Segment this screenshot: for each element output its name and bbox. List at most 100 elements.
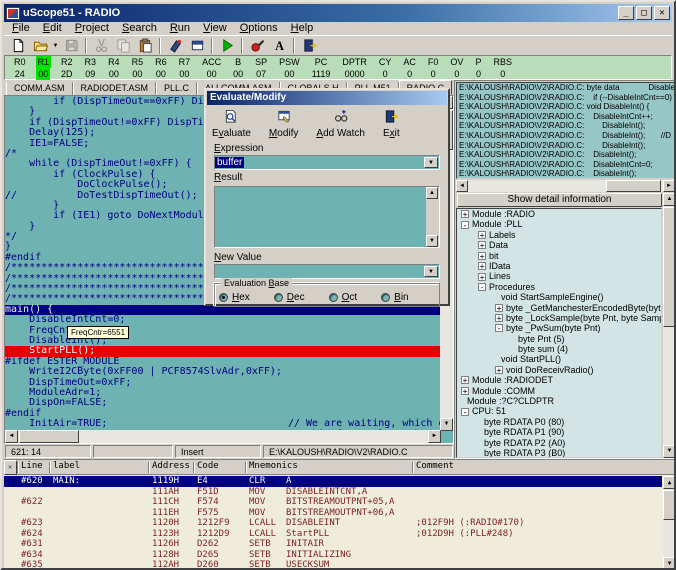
search-result-row[interactable]: E:\KALOUSH\RADIO\V2\RADIO.C: DisableInt(… <box>457 121 674 131</box>
tree-node[interactable]: byte RDATA P3 (B0) <box>457 448 661 458</box>
tree-node[interactable]: -byte _PwSum(byte Pnt) <box>457 323 661 333</box>
search-result-row[interactable]: E:\KALOUSH\RADIO\V2\RADIO.C: byte data D… <box>457 83 674 93</box>
open-dropdown-icon[interactable]: ▼ <box>51 37 60 55</box>
open-file-icon[interactable] <box>29 37 51 55</box>
register-r5[interactable]: R500 <box>126 56 150 79</box>
register-pc[interactable]: PC1119 <box>306 56 337 79</box>
register-p[interactable]: P0 <box>469 56 487 79</box>
expand-icon[interactable]: + <box>461 376 469 384</box>
scroll-down-icon[interactable]: ▼ <box>663 445 676 458</box>
search-result-row[interactable]: E:\KALOUSH\RADIO\V2\RADIO.C: DisableInt(… <box>457 150 674 160</box>
tree-node[interactable]: byte RDATA P0 (80) <box>457 417 661 427</box>
register-r1[interactable]: R100 <box>32 56 56 79</box>
scroll-left-icon[interactable]: ◄ <box>5 430 18 443</box>
scroll-thumb[interactable] <box>19 430 79 443</box>
menu-file[interactable]: File <box>6 22 36 35</box>
register-r6[interactable]: R600 <box>149 56 173 79</box>
register-acc[interactable]: ACC00 <box>196 56 227 79</box>
chevron-down-icon[interactable]: ▼ <box>424 157 438 168</box>
list-horizontal-scrollbar[interactable]: ◄ ► <box>456 180 675 192</box>
search-result-row[interactable]: E:\KALOUSH\RADIO\V2\RADIO.C: if (--Disab… <box>457 93 674 103</box>
disassembly-row[interactable]: #6231120H1212F9LCALLDISABLEINT;012F9H (:… <box>4 518 662 529</box>
register-r7[interactable]: R700 <box>173 56 197 79</box>
radio-hex[interactable]: Hex <box>219 292 250 303</box>
expression-value[interactable]: buffer <box>215 157 244 168</box>
code-line[interactable]: DispOn=FALSE; <box>5 398 441 408</box>
tree-node[interactable]: -CPU: 51 <box>457 406 661 416</box>
tree-node[interactable]: +Module :RADIO <box>457 209 661 219</box>
new-file-icon[interactable] <box>7 37 29 55</box>
menu-search[interactable]: Search <box>116 22 163 35</box>
collapse-icon[interactable]: - <box>478 283 486 291</box>
expand-icon[interactable]: + <box>478 262 486 270</box>
code-line[interactable]: InitAir=TRUE; // We are waiting, which e… <box>5 419 441 429</box>
radio-oct[interactable]: Oct <box>329 292 358 303</box>
search-result-row[interactable]: E:\KALOUSH\RADIO\V2\RADIO.C: DisableIntC… <box>457 160 674 170</box>
scroll-thumb[interactable] <box>663 207 676 327</box>
register-ac[interactable]: AC0 <box>397 56 422 79</box>
title-bar[interactable]: uScope51 - RADIO _ □ ✕ <box>4 4 672 22</box>
tree-node[interactable]: byte RDATA P2 (A0) <box>457 438 661 448</box>
collapse-icon[interactable]: - <box>461 408 469 416</box>
show-detail-button[interactable]: Show detail information <box>457 193 662 207</box>
register-dptr[interactable]: DPTR0000 <box>336 56 373 79</box>
search-result-row[interactable]: E:\KALOUSH\RADIO\V2\RADIO.C: DisableInt(… <box>457 131 674 141</box>
debug-icon[interactable] <box>164 37 186 55</box>
chevron-down-icon[interactable]: ▼ <box>424 266 438 277</box>
tree-node[interactable]: +bit <box>457 251 661 261</box>
column-header-line[interactable]: Line <box>21 461 43 471</box>
modify-button[interactable]: Modify <box>269 109 298 139</box>
column-header-mnemonics[interactable]: Mnemonics <box>249 461 298 471</box>
tree-node[interactable]: +Module :COMM <box>457 386 661 396</box>
menu-edit[interactable]: Edit <box>37 22 68 35</box>
expand-icon[interactable]: + <box>461 210 469 218</box>
tree-node[interactable]: byte RDATA P1 (90) <box>457 427 661 437</box>
menu-help[interactable]: Help <box>285 22 320 35</box>
symbol-tree[interactable]: +Module :RADIO-Module :PLL+Labels+Data+b… <box>456 208 662 458</box>
tab-pll.c[interactable]: PLL.C <box>156 82 197 95</box>
register-r3[interactable]: R309 <box>79 56 103 79</box>
expand-icon[interactable]: + <box>478 231 486 239</box>
code-line[interactable]: WriteI2CByte(0xFF00 | PCF8574SlvAdr,0xFF… <box>5 367 441 377</box>
new-value-combo[interactable]: ▼ <box>214 264 440 279</box>
register-r2[interactable]: R22D <box>55 56 79 79</box>
panel-grip-icon[interactable] <box>4 460 17 475</box>
scroll-up-icon[interactable]: ▲ <box>663 476 676 489</box>
register-ov[interactable]: OV0 <box>444 56 469 79</box>
tree-node[interactable]: +IData <box>457 261 661 271</box>
tree-node[interactable]: void StartSampleEngine() <box>457 292 661 302</box>
column-header-label[interactable]: label <box>53 461 80 471</box>
minimize-button[interactable]: _ <box>618 6 634 20</box>
radio-dec[interactable]: Dec <box>274 292 305 303</box>
disassembly-row[interactable]: #635112AHD260SETBUSECKSUM <box>4 560 662 570</box>
disassembly-vertical-scrollbar[interactable]: ▲ ▼ <box>663 476 676 570</box>
disassembly-row[interactable]: 111AHF51DMOVDISABLEINTCNT,A <box>4 487 662 498</box>
search-result-row[interactable]: E:\KALOUSH\RADIO\V2\RADIO.C: DisableInt(… <box>457 169 674 179</box>
scroll-down-icon[interactable]: ▼ <box>663 557 676 570</box>
paste-icon[interactable] <box>134 37 156 55</box>
menu-options[interactable]: Options <box>234 22 284 35</box>
scroll-left-icon[interactable]: ◄ <box>456 180 468 192</box>
dialog-title[interactable]: Evaluate/Modify <box>207 91 447 105</box>
register-b[interactable]: B00 <box>227 56 249 79</box>
expand-icon[interactable]: + <box>495 304 503 312</box>
expand-icon[interactable]: + <box>478 273 486 281</box>
exit-button[interactable]: Exit <box>383 109 400 139</box>
tree-node[interactable]: +Module :RADIODET <box>457 375 661 385</box>
tree-node[interactable]: +Data <box>457 240 661 250</box>
expand-icon[interactable]: + <box>478 241 486 249</box>
scroll-up-icon[interactable]: ▲ <box>426 187 438 199</box>
expand-icon[interactable]: + <box>478 252 486 260</box>
scroll-down-icon[interactable]: ▼ <box>426 235 438 247</box>
maximize-button[interactable]: □ <box>636 6 652 20</box>
expression-combo[interactable]: buffer ▼ <box>214 155 440 170</box>
menu-project[interactable]: Project <box>69 22 115 35</box>
radio-bin[interactable]: Bin <box>381 292 408 303</box>
tree-node[interactable]: byte Pnt (5) <box>457 334 661 344</box>
register-psw[interactable]: PSW00 <box>273 56 306 79</box>
menu-run[interactable]: Run <box>164 22 196 35</box>
register-sp[interactable]: SP07 <box>249 56 273 79</box>
tree-node[interactable]: -Procedures <box>457 282 661 292</box>
disassembly-row[interactable]: #622111CHF574MOVBITSTREAMOUTPNT+05,A <box>4 497 662 508</box>
scroll-thumb[interactable] <box>663 490 676 520</box>
